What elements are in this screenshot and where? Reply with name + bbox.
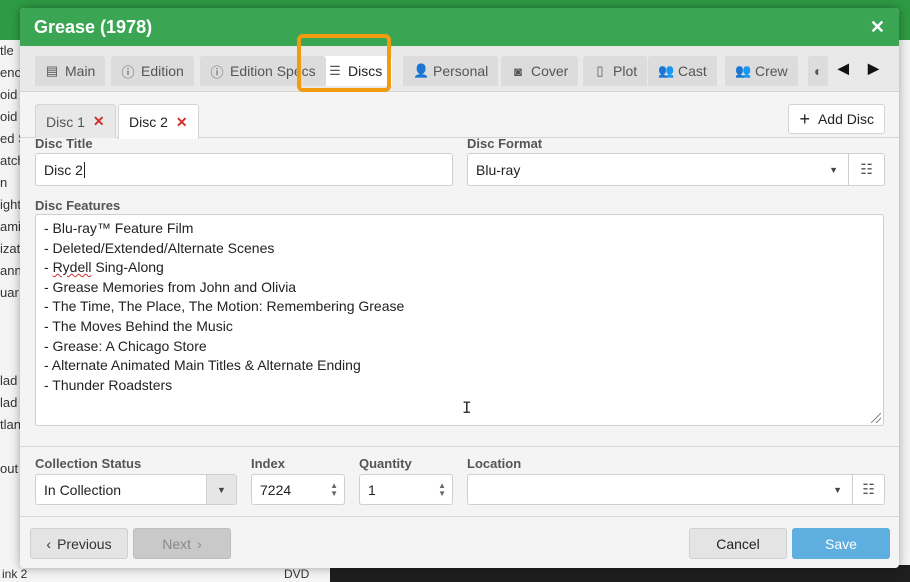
location-list-button[interactable]: ☷ xyxy=(852,474,885,505)
tab-scroll-right-icon[interactable]: ▶ xyxy=(868,60,879,77)
tab-plot[interactable]: ▯ Plot xyxy=(583,56,648,86)
feature-line: - Deleted/Extended/Alternate Scenes xyxy=(44,239,275,256)
dialog-title-bar: Grease (1978) ✕ xyxy=(20,8,899,46)
next-label: Next xyxy=(162,535,192,552)
tab-bar: ◐ 👥 Crew 👥 Cast ▯ Plot ◙ Cover 👤 Personal ☰ Discs ⓘ Ed… xyxy=(20,46,899,92)
disc-format-select[interactable]: Blu-ray ▼ xyxy=(467,153,849,186)
feature-line: - Alternate Animated Main Titles & Alter… xyxy=(44,357,361,374)
cancel-button[interactable]: Cancel xyxy=(689,528,787,559)
feature-line: - Blu-ray™ Feature Film xyxy=(44,220,194,236)
disc-features-textarea[interactable]: - Blu-ray™ Feature Film - Deleted/Extende… xyxy=(35,214,884,426)
feature-line: - Grease: A Chicago Store xyxy=(44,337,207,354)
feature-line: - Grease Memories from John and Olivia xyxy=(44,278,297,295)
camera-icon: ◙ xyxy=(514,63,522,79)
tab-label: Cast xyxy=(678,63,707,79)
disc-title-value: Disc 2 xyxy=(44,161,83,178)
disc-tab-1[interactable]: Disc 1 ✕ xyxy=(35,104,116,138)
tab-cast[interactable]: 👥 Cast xyxy=(648,56,717,86)
disc-format-value: Blu-ray xyxy=(476,161,521,178)
chevron-down-icon: ▼ xyxy=(833,484,842,495)
disc-format-label: Disc Format xyxy=(467,136,543,151)
people-icon: 👥 xyxy=(735,63,752,78)
disc-tab-strip: Disc 1 ✕ Disc 2 ✕ + Add Disc xyxy=(20,104,899,139)
tab-scroll-left-icon[interactable]: ◀ xyxy=(838,60,849,77)
resize-handle-icon[interactable] xyxy=(871,413,881,423)
text-cursor-icon: I xyxy=(462,398,472,417)
chevron-right-icon: › xyxy=(197,535,202,552)
save-button[interactable]: Save xyxy=(792,528,890,559)
tab-discs[interactable]: ☰ Discs xyxy=(318,56,393,86)
tab-label: Cover xyxy=(531,63,569,79)
dialog-footer: ‹ Previous Next › Cancel Save xyxy=(20,516,899,568)
disc-features-label: Disc Features xyxy=(35,198,121,213)
remove-disc-icon[interactable]: ✕ xyxy=(176,114,188,131)
edit-movie-dialog: Grease (1978) ✕ ◐ 👥 Crew 👥 Cast ▯ Plot ◙ Cover 👤 P… xyxy=(20,8,899,568)
tab-crew[interactable]: 👥 Crew xyxy=(725,56,798,86)
tab-personal[interactable]: 👤 Personal xyxy=(403,56,499,86)
feature-line: - Rydell Sing-Along xyxy=(44,259,164,276)
chevron-left-icon: ‹ xyxy=(46,535,52,552)
tab-cover[interactable]: ◙ Cover xyxy=(501,56,579,86)
next-button[interactable]: Next › xyxy=(133,528,231,559)
disc-format-list-button[interactable]: ☷ xyxy=(848,153,885,186)
collection-status-value: In Collection xyxy=(44,481,122,498)
info-icon: ⓘ xyxy=(210,64,224,80)
quantity-value: 1 xyxy=(368,481,376,498)
background-format: DVD xyxy=(284,567,310,581)
tab-label: Plot xyxy=(613,63,638,79)
tab-label: Personal xyxy=(433,63,489,79)
person-icon: 👤 xyxy=(413,63,430,78)
location-select[interactable]: ▼ xyxy=(467,474,853,505)
chevron-down-icon: ▼ xyxy=(829,164,838,175)
tab-main[interactable]: ▤ Main xyxy=(35,56,106,86)
quantity-label: Quantity xyxy=(359,456,412,471)
collection-status-select[interactable]: In Collection ▼ xyxy=(35,474,237,505)
location-label: Location xyxy=(467,456,522,471)
people-icon: 👥 xyxy=(658,63,675,78)
disc-title-input[interactable]: Disc 2 xyxy=(35,153,453,186)
save-label: Save xyxy=(825,535,857,552)
quantity-stepper[interactable]: 1 ▲ ▼ xyxy=(359,474,453,505)
tab-label: Discs xyxy=(348,63,383,79)
tab-label: Main xyxy=(65,63,96,79)
list-icon: ☷ xyxy=(862,481,875,497)
tab-label: Edition xyxy=(141,63,184,79)
index-label: Index xyxy=(251,456,285,471)
plus-icon: + xyxy=(799,109,810,129)
feature-line: - Thunder Roadsters xyxy=(44,376,173,393)
stepper-arrows-icon[interactable]: ▲ ▼ xyxy=(438,481,446,498)
list-icon: ☰ xyxy=(329,63,341,78)
disc-title-label: Disc Title xyxy=(35,136,93,151)
film-icon: ▤ xyxy=(45,63,59,78)
list-icon: ☷ xyxy=(860,161,873,177)
previous-button[interactable]: ‹ Previous xyxy=(30,528,128,559)
previous-label: Previous xyxy=(57,535,112,552)
dialog-title: Grease (1978) xyxy=(34,16,153,37)
disc-tab-label: Disc 2 xyxy=(129,114,168,130)
disc-tab-label: Disc 1 xyxy=(46,113,85,130)
remove-disc-icon[interactable]: ✕ xyxy=(93,113,105,130)
section-divider xyxy=(20,446,899,447)
feature-line: - The Moves Behind the Music xyxy=(44,317,233,334)
info-icon: ⓘ xyxy=(121,64,135,80)
tab-edition-specs[interactable]: ⓘ Edition Specs xyxy=(200,56,326,86)
index-input[interactable]: 7224 ▲ ▼ xyxy=(251,474,345,505)
collection-status-label: Collection Status xyxy=(35,456,142,471)
tab-edition[interactable]: ⓘ Edition xyxy=(111,56,194,86)
background-list-item: ink 2 xyxy=(2,567,28,581)
feature-line: - The Time, The Place, The Motion: Remem… xyxy=(44,298,405,315)
index-value: 7224 xyxy=(260,481,292,498)
add-disc-label: Add Disc xyxy=(817,111,874,127)
tab-overflow-icon[interactable]: ◐ xyxy=(808,56,829,86)
tab-label: Edition Specs xyxy=(230,63,316,79)
stepper-arrows-icon[interactable]: ▲ ▼ xyxy=(330,481,338,498)
chevron-down-icon: ▼ xyxy=(206,475,236,504)
close-icon[interactable]: ✕ xyxy=(870,17,885,38)
document-icon: ▯ xyxy=(596,63,604,78)
disc-tab-2[interactable]: Disc 2 ✕ xyxy=(118,104,199,139)
cancel-label: Cancel xyxy=(716,535,760,552)
add-disc-button[interactable]: + Add Disc xyxy=(788,104,885,134)
tab-label: Crew xyxy=(755,63,788,79)
